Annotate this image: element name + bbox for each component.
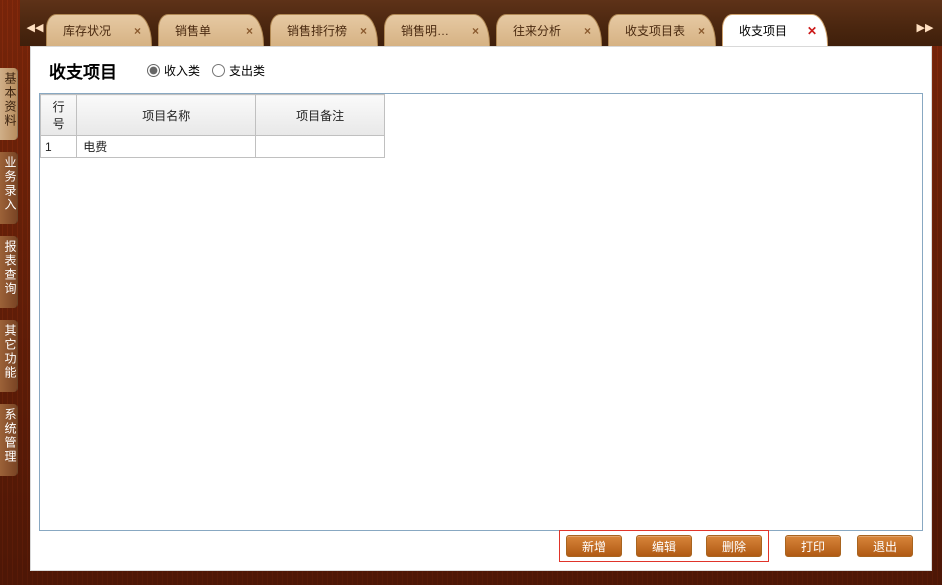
- tab-sales-detail[interactable]: 销售明… ×: [384, 14, 490, 46]
- tab-label: 库存状况: [63, 22, 111, 39]
- radio-income-label: 收入类: [164, 62, 200, 79]
- tab-label: 收支项目表: [625, 22, 685, 39]
- type-radio-group: 收入类 支出类: [147, 62, 265, 79]
- col-row-no[interactable]: 行号: [41, 95, 77, 136]
- exit-button[interactable]: 退出: [857, 535, 913, 557]
- tab-inventory-status[interactable]: 库存状况 ×: [46, 14, 152, 46]
- sidebar-item-report-query[interactable]: 报表查询: [0, 236, 18, 308]
- items-table: 行号 项目名称 项目备注 1 电费: [40, 94, 385, 158]
- action-button-row: 新增 编辑 删除 打印 退出: [559, 530, 913, 562]
- sidebar-item-other-functions[interactable]: 其它功能: [0, 320, 18, 392]
- cell-project-remark: [256, 136, 385, 158]
- close-icon[interactable]: ×: [246, 24, 253, 38]
- radio-expense-input[interactable]: [212, 64, 225, 77]
- tab-label: 销售单: [175, 22, 211, 39]
- close-icon[interactable]: ×: [134, 24, 141, 38]
- radio-expense-label: 支出类: [229, 62, 265, 79]
- page-title: 收支项目: [49, 58, 117, 83]
- tab-label: 往来分析: [513, 22, 561, 39]
- edit-button[interactable]: 编辑: [636, 535, 692, 557]
- edit-button-group: 新增 编辑 删除: [559, 530, 769, 562]
- close-icon[interactable]: ×: [698, 24, 705, 38]
- tab-income-expense-table[interactable]: 收支项目表 ×: [608, 14, 716, 46]
- tab-sales-ranking[interactable]: 销售排行榜 ×: [270, 14, 378, 46]
- table-row[interactable]: 1 电费: [41, 136, 385, 158]
- tab-bar: ◀◀ 库存状况 × 销售单 × 销售排行榜 × 销售明… × 往来分析 ×: [20, 0, 942, 46]
- tab-scroll-right-icon[interactable]: ▶▶: [914, 14, 936, 40]
- table-header-row: 行号 项目名称 项目备注: [41, 95, 385, 136]
- radio-income-input[interactable]: [147, 64, 160, 77]
- cell-row-no: 1: [41, 136, 77, 158]
- sidebar: 基本资料 业务录入 报表查询 其它功能 系统管理: [0, 0, 20, 585]
- tab-label: 收支项目: [739, 22, 787, 39]
- content-panel: 收支项目 收入类 支出类 行号: [30, 46, 932, 571]
- close-icon[interactable]: ✕: [807, 24, 817, 38]
- tab-label: 销售排行榜: [287, 22, 347, 39]
- tab-sales-order[interactable]: 销售单 ×: [158, 14, 264, 46]
- col-project-name[interactable]: 项目名称: [77, 95, 256, 136]
- close-icon[interactable]: ×: [472, 24, 479, 38]
- sidebar-item-business-entry[interactable]: 业务录入: [0, 152, 18, 224]
- radio-income[interactable]: 收入类: [147, 62, 200, 79]
- add-button[interactable]: 新增: [566, 535, 622, 557]
- print-button[interactable]: 打印: [785, 535, 841, 557]
- table-region: 行号 项目名称 项目备注 1 电费: [39, 93, 923, 531]
- close-icon[interactable]: ×: [584, 24, 591, 38]
- sidebar-item-system-management[interactable]: 系统管理: [0, 404, 18, 476]
- tab-label: 销售明…: [401, 22, 449, 39]
- cell-project-name: 电费: [77, 136, 256, 158]
- tab-income-expense-item[interactable]: 收支项目 ✕: [722, 14, 828, 46]
- col-project-remark[interactable]: 项目备注: [256, 95, 385, 136]
- sidebar-item-basic-data[interactable]: 基本资料: [0, 68, 18, 140]
- tab-settlement-analysis[interactable]: 往来分析 ×: [496, 14, 602, 46]
- tab-scroll-left-icon[interactable]: ◀◀: [24, 14, 46, 40]
- delete-button[interactable]: 删除: [706, 535, 762, 557]
- close-icon[interactable]: ×: [360, 24, 367, 38]
- radio-expense[interactable]: 支出类: [212, 62, 265, 79]
